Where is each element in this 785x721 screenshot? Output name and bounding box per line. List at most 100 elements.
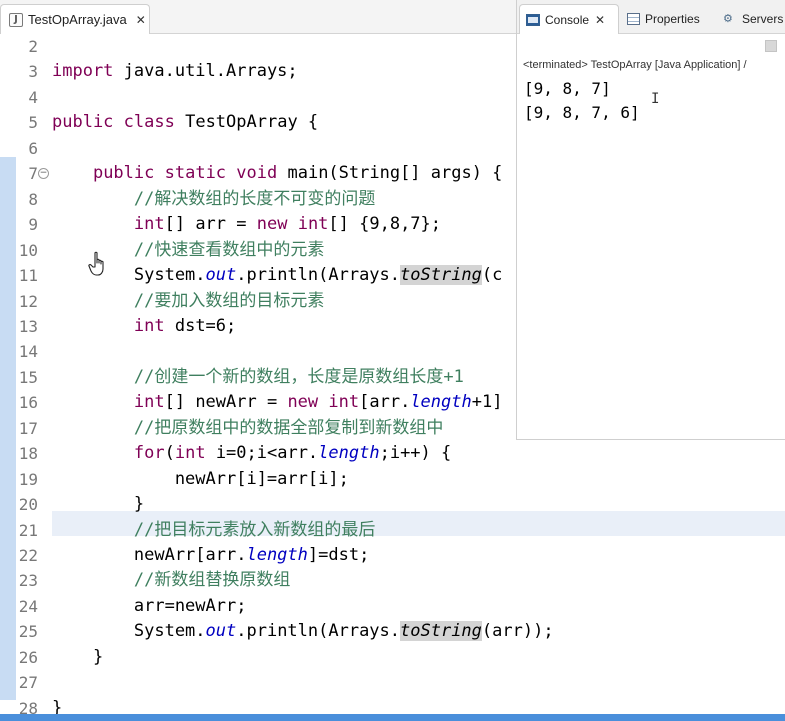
code-token: ]=dst;: [307, 545, 370, 565]
code-token: TestOpArray {: [174, 112, 319, 133]
code-text: //新数组替换原数组: [52, 568, 290, 593]
properties-icon: [627, 13, 640, 25]
code-token: for: [133, 443, 165, 464]
code-text: for(int i=0;i<arr.length;i++) {: [52, 441, 451, 466]
code-token: import: [52, 61, 114, 82]
code-token: new: [287, 392, 319, 413]
line-number: 3: [28, 62, 38, 82]
code-line[interactable]: 23 //新数组替换原数组: [0, 568, 785, 593]
console-output-line: [9, 8, 7]: [524, 79, 611, 98]
code-text: public class TestOpArray {: [52, 110, 318, 135]
servers-icon: ⚙: [723, 12, 733, 25]
tab-properties-label: Properties: [645, 12, 700, 26]
code-token: int: [297, 214, 329, 235]
line-number: 21: [18, 520, 38, 540]
fold-collapse-icon[interactable]: −: [38, 168, 49, 180]
code-token: int: [133, 214, 165, 235]
line-number: 26: [18, 647, 38, 667]
code-token: toString: [400, 621, 482, 642]
console-status: <terminated> TestOpArray [Java Applicati…: [523, 59, 747, 71]
line-number: 12: [18, 291, 38, 311]
code-token: [] {9,8,7};: [328, 214, 442, 235]
line-number: 11: [18, 266, 38, 286]
line-number: 19: [18, 469, 38, 489]
line-number: 8: [28, 189, 38, 209]
code-token: //把目标元素放入新数组的最后: [133, 519, 376, 540]
code-text: }: [52, 645, 103, 670]
console-clear-button[interactable]: [765, 40, 777, 52]
code-line[interactable]: 21 //把目标元素放入新数组的最后: [0, 518, 785, 543]
console-tab-bar: Console ✕ Properties ⚙ Servers: [517, 0, 785, 34]
line-number: 7: [28, 164, 38, 184]
code-token: [arr.: [359, 392, 411, 413]
code-token: +1]: [471, 392, 503, 413]
editor-tab-bar: J TestOpArray.java ✕: [0, 0, 516, 34]
code-token: //快速查看数组中的元素: [133, 239, 325, 260]
code-token: newArr[arr.: [52, 545, 247, 565]
code-text: newArr[arr.length]=dst;: [52, 543, 369, 568]
code-token: main(String[] args) {: [277, 163, 503, 184]
code-token: int: [133, 392, 165, 413]
code-token: System.: [52, 265, 206, 286]
code-token: ;i++) {: [379, 443, 452, 464]
code-text: //把目标元素放入新数组的最后: [52, 518, 375, 543]
code-line[interactable]: 27: [0, 670, 785, 695]
code-token: toString: [400, 265, 482, 286]
code-text: }: [52, 492, 144, 517]
line-number: 2: [28, 37, 38, 56]
tab-servers-label: Servers: [742, 12, 784, 26]
line-number: 13: [18, 316, 38, 336]
line-number: 18: [18, 444, 38, 464]
code-token: .println(Arrays.: [236, 621, 401, 642]
close-icon[interactable]: ✕: [136, 13, 146, 27]
code-token: length: [318, 443, 380, 464]
code-token: (c: [481, 265, 503, 286]
line-number: 15: [18, 367, 38, 387]
tab-console-label: Console: [545, 12, 590, 27]
code-token: //创建一个新的数组，长度是原数组长度+1: [133, 366, 464, 387]
code-token: int: [328, 392, 360, 413]
code-token: java.util.Arrays;: [113, 61, 298, 82]
tab-properties[interactable]: Properties: [621, 4, 706, 34]
text-cursor-icon: I: [651, 91, 660, 107]
code-line[interactable]: 22 newArr[arr.length]=dst;: [0, 543, 785, 568]
line-number: 27: [18, 673, 38, 693]
code-token: (arr));: [481, 621, 554, 642]
code-line[interactable]: 18 for(int i=0;i<arr.length;i++) {: [0, 441, 785, 466]
code-text: int[] newArr = new int[arr.length+1]: [52, 390, 503, 415]
close-icon[interactable]: ✕: [595, 13, 605, 27]
code-token: [] arr =: [164, 214, 257, 235]
line-number: 25: [18, 622, 38, 642]
tab-console[interactable]: Console ✕: [519, 4, 619, 34]
line-number: 17: [18, 418, 38, 438]
code-token: }: [52, 494, 145, 515]
code-token: //要加入数组的目标元素: [133, 290, 325, 311]
line-number: 24: [18, 596, 38, 616]
code-token: //解决数组的长度不可变的问题: [133, 188, 376, 209]
console-output-line: [9, 8, 7, 6]: [524, 103, 640, 122]
line-number: 4: [28, 87, 38, 107]
code-line[interactable]: 26 }: [0, 645, 785, 670]
editor-tab-testoparray[interactable]: J TestOpArray.java ✕: [0, 4, 150, 34]
code-token: public: [52, 112, 114, 133]
line-number: 20: [18, 495, 38, 515]
code-token: [] newArr =: [164, 392, 288, 413]
code-line[interactable]: 19 newArr[i]=arr[i];: [0, 467, 785, 492]
code-text: arr=newArr;: [52, 594, 247, 619]
code-token: new: [256, 214, 288, 235]
code-text: //要加入数组的目标元素: [52, 289, 324, 314]
code-line[interactable]: 24 arr=newArr;: [0, 594, 785, 619]
line-number: 5: [28, 113, 38, 133]
code-line[interactable]: 20 }: [0, 492, 785, 517]
tab-servers[interactable]: ⚙ Servers: [717, 4, 785, 34]
code-line[interactable]: 25 System.out.println(Arrays.toString(ar…: [0, 619, 785, 644]
